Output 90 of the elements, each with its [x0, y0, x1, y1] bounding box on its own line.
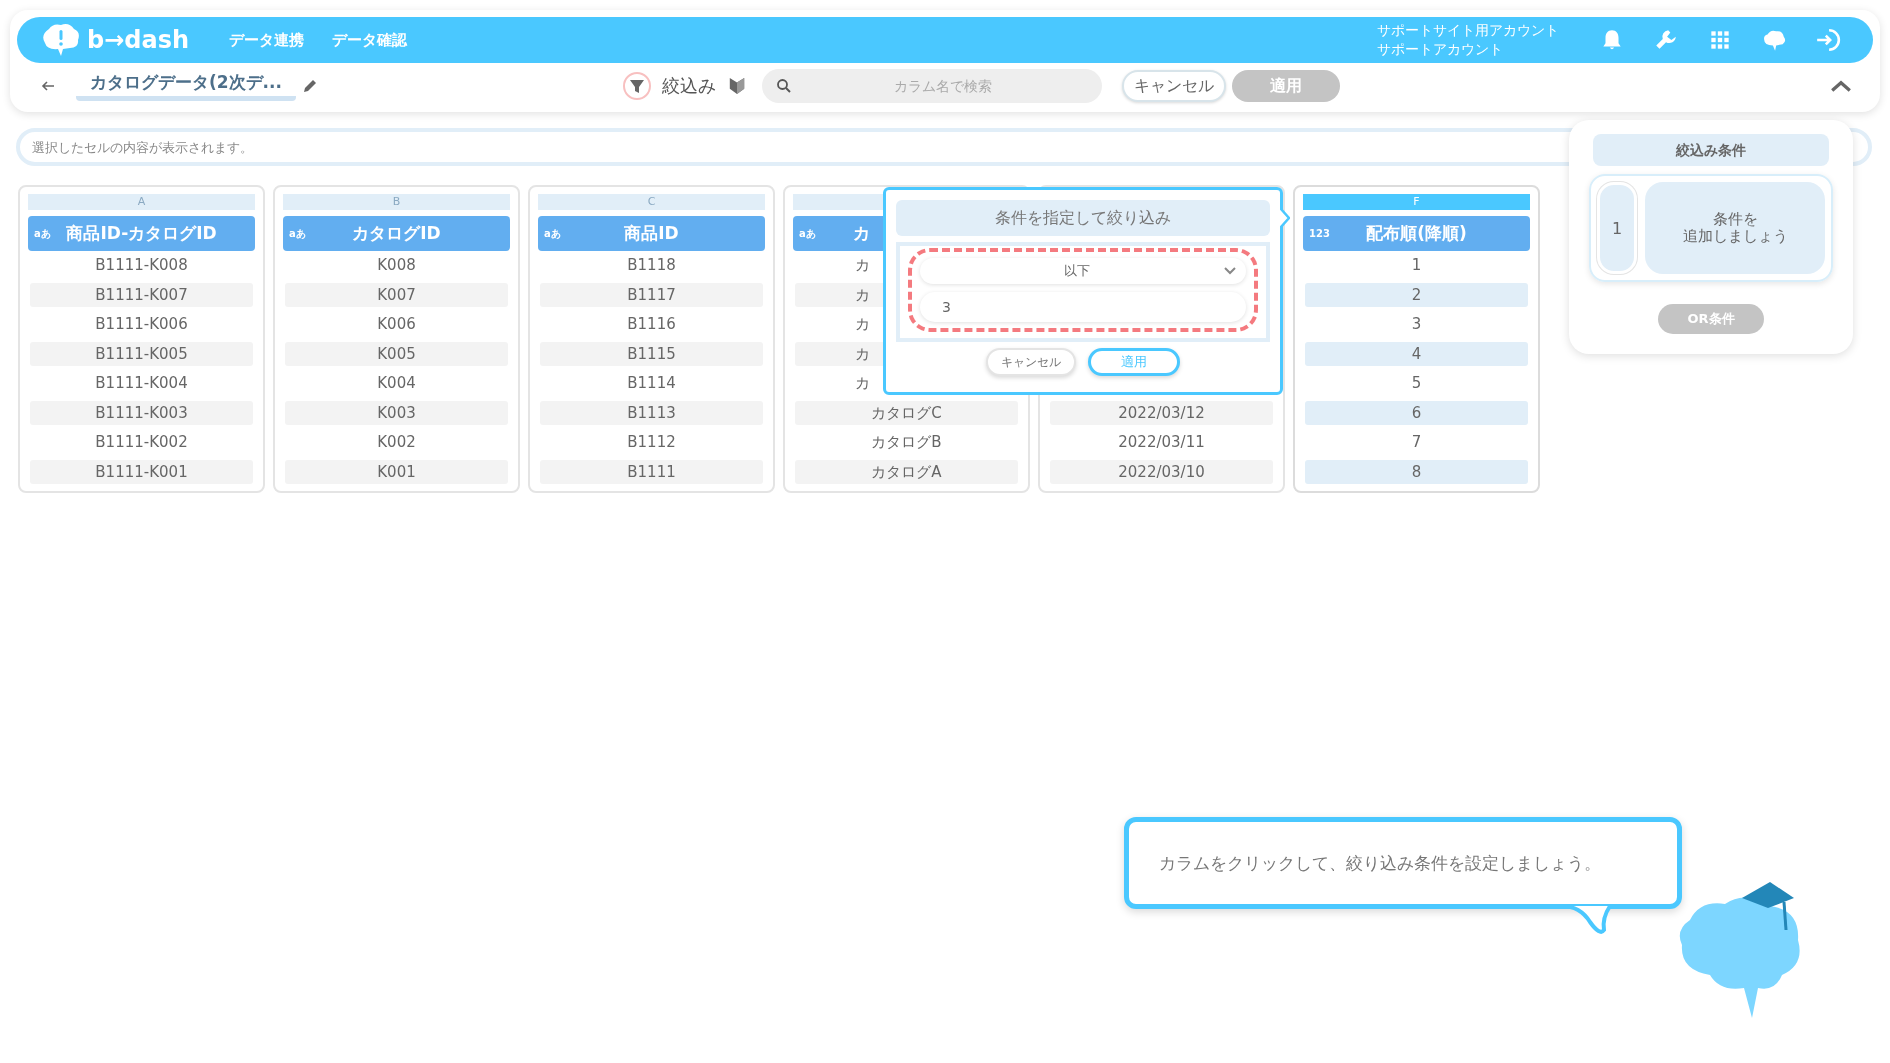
table-cell-text: B1111-K006 — [94, 314, 189, 335]
table-cell-text: B1111-K004 — [94, 373, 189, 394]
column-title: 商品ID — [624, 222, 679, 245]
table-cell: 2022/03/12 — [1050, 400, 1273, 425]
table-cell-text: K008 — [376, 255, 417, 276]
caret-icon — [1224, 267, 1236, 275]
filter-label: 絞込み — [662, 74, 716, 98]
table-cell: B1117 — [540, 282, 763, 307]
column-card[interactable]: B aあ カタログID K008 K007 K006 K005 K004 K003 K002 K001 — [273, 185, 520, 493]
table-cell-text: B1111-K008 — [94, 255, 189, 276]
dataset-title: カタログデータ(2次デ... — [76, 71, 296, 101]
table-cell-text: カ — [854, 255, 871, 276]
column-title: カ — [853, 222, 870, 245]
account-name: サポートアカウント — [1377, 40, 1504, 59]
collapse-chevron-icon[interactable] — [1830, 79, 1852, 93]
table-cell: K005 — [285, 341, 508, 366]
table-cell-text: 5 — [1410, 373, 1423, 394]
table-cell: B1113 — [540, 400, 763, 425]
table-cell: 2 — [1305, 282, 1528, 307]
table-cell: 4 — [1305, 341, 1528, 366]
table-cell-text: 7 — [1410, 432, 1423, 453]
table-cell-text: B1116 — [626, 314, 677, 335]
beginner-mark-icon[interactable] — [728, 76, 746, 96]
table-cell: 2022/03/10 — [1050, 459, 1273, 484]
table-cell: B1111-K007 — [30, 282, 253, 307]
nav-link[interactable]: データ連携 — [229, 30, 305, 50]
search-field[interactable]: カラム名で検索 — [762, 69, 1102, 103]
table-cell-text: B1114 — [626, 373, 677, 394]
table-cell-text: B1111-K002 — [94, 432, 189, 453]
column-title: カタログID — [352, 222, 441, 245]
table-cell: カタログC — [795, 400, 1018, 425]
table-cell-text: カ — [854, 314, 871, 335]
hint-text: カラムをクリックして、絞り込み条件を設定しましょう。 — [1159, 851, 1601, 875]
slot-text: 条件を — [1712, 211, 1758, 228]
table-cell: カタログA — [795, 459, 1018, 484]
type-icon: 123 — [1309, 228, 1330, 239]
table-cell-text: カ — [854, 373, 871, 394]
column-letter-bar[interactable]: F — [1303, 194, 1530, 210]
table-cell-text: K006 — [376, 314, 417, 335]
type-icon: aあ — [289, 226, 306, 241]
column-header[interactable]: 123 配布順(降順) — [1303, 216, 1530, 251]
table-cell-text: B1118 — [626, 255, 677, 276]
column-header[interactable]: aあ 商品ID-カタログID — [28, 216, 255, 251]
operator-dropdown[interactable]: 以下 — [920, 258, 1246, 284]
table-cell: B1115 — [540, 341, 763, 366]
table-cell: 6 — [1305, 400, 1528, 425]
apply-button[interactable]: 適用 — [1088, 348, 1180, 376]
add-condition-slot[interactable]: 条件を 追加しましょう — [1645, 182, 1825, 274]
group-number: 1 — [1597, 182, 1637, 274]
nav-link[interactable]: データ確認 — [332, 30, 408, 50]
table-cell-text: 3 — [1410, 314, 1423, 335]
popover-title: 条件を指定して絞り込み — [896, 200, 1270, 236]
cancel-button[interactable]: キャンセル — [986, 348, 1076, 376]
table-cell: B1111-K003 — [30, 400, 253, 425]
column-letter-bar[interactable]: C — [538, 194, 765, 210]
column-title: 配布順(降順) — [1366, 222, 1467, 245]
search-icon — [776, 78, 792, 94]
value-field[interactable]: 3 — [920, 292, 1246, 322]
table-cell: K007 — [285, 282, 508, 307]
table-cell-text: カタログB — [870, 432, 943, 453]
type-icon: aあ — [799, 226, 816, 241]
table-cell-text: K002 — [376, 432, 417, 453]
cancel-button[interactable]: キャンセル — [1122, 70, 1226, 102]
column-card[interactable]: A aあ 商品ID-カタログID B1111-K008 B1111-K007 B1111-K006 B1111-K005 B1111-K004 B1111-K003 B1111-K002 B1111-K001 — [18, 185, 265, 493]
table-cell-text: K004 — [376, 373, 417, 394]
column-title: 商品ID-カタログID — [66, 222, 217, 245]
table-cell: 8 — [1305, 459, 1528, 484]
logo-icon — [41, 23, 81, 57]
table-cell-text: 2022/03/11 — [1117, 432, 1206, 453]
slot-text: 追加しましょう — [1682, 228, 1788, 245]
type-icon: aあ — [544, 226, 561, 241]
column-card[interactable]: C aあ 商品ID B1118 B1117 B1116 B1115 B1114 B1113 B1112 B1111 — [528, 185, 775, 493]
column-letter-bar[interactable]: B — [283, 194, 510, 210]
table-cell: K003 — [285, 400, 508, 425]
table-cell: B1111-K005 — [30, 341, 253, 366]
column-letter-bar[interactable]: A — [28, 194, 255, 210]
column-header[interactable]: aあ 商品ID — [538, 216, 765, 251]
table-cell-text: B1112 — [626, 432, 677, 453]
filter-icon[interactable] — [622, 71, 652, 101]
logo-text: b→dash — [87, 26, 190, 54]
account-name: サポートサイト用アカウント — [1377, 21, 1559, 40]
pencil-icon[interactable] — [302, 78, 318, 94]
panel-title: 絞込み条件 — [1593, 134, 1829, 166]
column-header[interactable]: aあ カタログID — [283, 216, 510, 251]
column-card[interactable]: F 123 配布順(降順) 1 2 3 4 5 6 7 8 — [1293, 185, 1540, 493]
table-cell: B1111-K001 — [30, 459, 253, 484]
table-cell-text: 1 — [1410, 255, 1423, 276]
table-cell: K001 — [285, 459, 508, 484]
table-cell: B1111 — [540, 459, 763, 484]
type-icon: aあ — [34, 226, 51, 241]
